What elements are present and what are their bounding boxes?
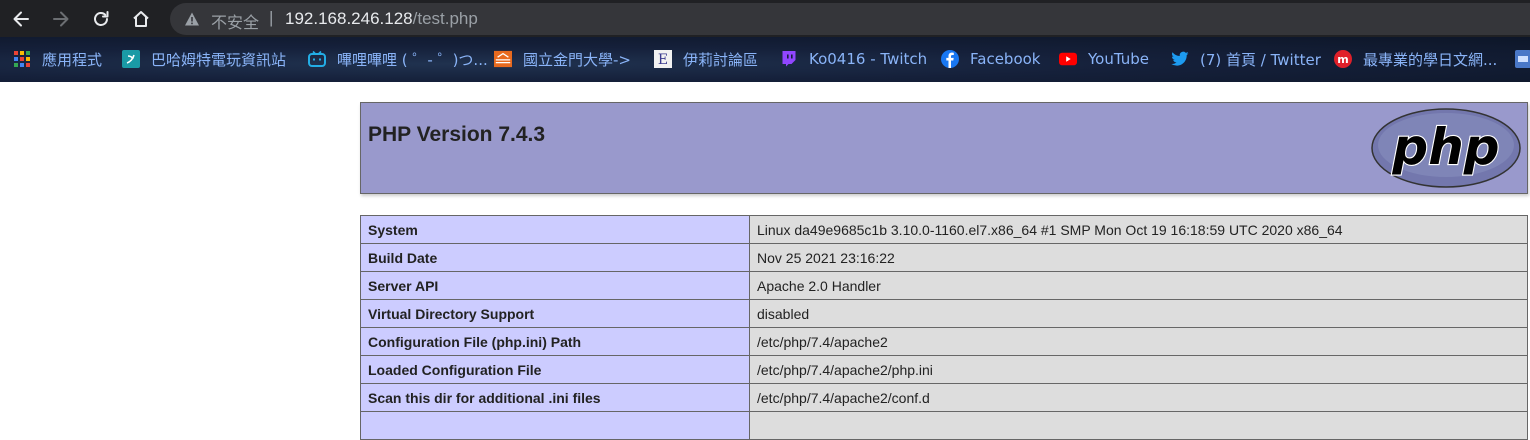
info-key: Server API: [360, 271, 750, 300]
info-value: disabled: [749, 299, 1528, 328]
address-bar[interactable]: 不安全 | 192.168.246.128/test.php: [170, 3, 1530, 35]
bookmark-label: 應用程式: [42, 50, 103, 69]
url-host: 192.168.246.128: [285, 9, 413, 28]
bookmark-twitter[interactable]: (7) 首頁 / Twitter: [1171, 49, 1321, 69]
bookmark-label: 國立金門大學->: [523, 50, 631, 69]
bookmark-nqu[interactable]: 國立金門大學->: [494, 49, 631, 69]
php-info-table: System Linux da49e9685c1b 3.10.0-1160.el…: [360, 215, 1528, 440]
info-value: /etc/php/7.4/apache2/conf.d: [749, 383, 1528, 412]
bookmark-bilibili[interactable]: 嗶哩嗶哩 ( ゜- ゜)つ...: [308, 49, 488, 69]
back-arrow-icon: [13, 11, 29, 27]
svg-text:m: m: [1337, 53, 1348, 66]
info-value: Nov 25 2021 23:16:22: [749, 243, 1528, 272]
bookmark-twitch[interactable]: Ko0416 - Twitch: [780, 49, 927, 69]
home-icon: [133, 11, 149, 27]
table-row: Build Date Nov 25 2021 23:16:22: [360, 243, 1528, 272]
forward-button[interactable]: [48, 6, 74, 32]
bookmark-label: Facebook: [970, 50, 1041, 68]
php-version-header: PHP Version 7.4.3 php: [360, 102, 1528, 194]
bookmark-bahamut[interactable]: 巴哈姆特電玩資訊站: [122, 49, 286, 69]
table-row: Virtual Directory Support disabled: [360, 299, 1528, 328]
bookmark-overflow[interactable]: [1514, 49, 1530, 69]
bookmark-label: 伊莉討論區: [683, 50, 759, 69]
bookmarks-bar: 應用程式 巴哈姆特電玩資訊站 嗶哩嗶哩 ( ゜- ゜)つ... 國立金門大學->…: [0, 37, 1530, 82]
bookmark-label: Ko0416 - Twitch: [809, 50, 928, 68]
bookmark-label: YouTube: [1088, 50, 1149, 68]
home-button[interactable]: [128, 6, 154, 32]
bookmark-label: 巴哈姆特電玩資訊站: [151, 50, 287, 69]
info-value: Linux da49e9685c1b 3.10.0-1160.el7.x86_6…: [749, 215, 1528, 244]
table-row: Configuration File (php.ini) Path /etc/p…: [360, 327, 1528, 356]
table-row: Scan this dir for additional .ini files …: [360, 383, 1528, 412]
info-value: /etc/php/7.4/apache2/php.ini: [749, 355, 1528, 384]
info-value: /etc/php/7.4/apache2: [749, 327, 1528, 356]
bahamut-icon: [122, 50, 140, 68]
table-row: Loaded Configuration File /etc/php/7.4/a…: [360, 355, 1528, 384]
table-row: System Linux da49e9685c1b 3.10.0-1160.el…: [360, 215, 1528, 244]
php-logo-text: php: [1391, 118, 1499, 176]
info-value: [749, 411, 1528, 440]
bookmark-apps[interactable]: 應用程式: [13, 49, 102, 69]
info-key: Scan this dir for additional .ini files: [360, 383, 750, 412]
youtube-icon: [1059, 50, 1077, 68]
apps-grid-icon: [13, 50, 31, 68]
info-key: Virtual Directory Support: [360, 299, 750, 328]
info-key: Loaded Configuration File: [360, 355, 750, 384]
eyny-icon: E: [654, 50, 672, 68]
browser-toolbar: 不安全 | 192.168.246.128/test.php: [0, 0, 1530, 37]
twitter-icon: [1171, 50, 1189, 68]
bilibili-icon: [308, 50, 326, 68]
twitch-icon: [780, 50, 798, 68]
table-row: [360, 411, 1528, 440]
table-row: Server API Apache 2.0 Handler: [360, 271, 1528, 300]
bookmark-marumaru[interactable]: m 最專業的學日文網...: [1334, 49, 1497, 69]
nqu-icon: [494, 50, 512, 68]
facebook-icon: [941, 50, 959, 68]
info-key: Configuration File (php.ini) Path: [360, 327, 750, 356]
php-logo-icon[interactable]: php: [1370, 107, 1522, 189]
info-value: Apache 2.0 Handler: [749, 271, 1528, 300]
page-title: PHP Version 7.4.3: [368, 123, 546, 146]
reload-button[interactable]: [88, 6, 114, 32]
warning-triangle-icon[interactable]: [184, 11, 200, 27]
svg-text:E: E: [658, 52, 668, 68]
insecure-label[interactable]: 不安全: [211, 9, 259, 33]
url-text[interactable]: 192.168.246.128/test.php: [285, 9, 478, 29]
bookmark-eyny[interactable]: E 伊莉討論區: [654, 49, 758, 69]
forward-arrow-icon: [53, 11, 69, 27]
url-path: /test.php: [412, 9, 478, 28]
reload-icon: [94, 11, 109, 26]
info-key: System: [360, 215, 750, 244]
info-key: Build Date: [360, 243, 750, 272]
bookmark-youtube[interactable]: YouTube: [1059, 49, 1149, 69]
bookmark-label: 最專業的學日文網...: [1363, 50, 1498, 69]
omnibox-separator: |: [269, 8, 274, 27]
back-button[interactable]: [8, 6, 34, 32]
bookmark-facebook[interactable]: Facebook: [941, 49, 1040, 69]
bookmark-site-icon: [1514, 50, 1530, 68]
bookmark-label: (7) 首頁 / Twitter: [1200, 50, 1321, 69]
marumaru-icon: m: [1334, 50, 1352, 68]
bookmark-label: 嗶哩嗶哩 ( ゜- ゜)つ...: [337, 50, 488, 69]
info-key: [360, 411, 750, 440]
